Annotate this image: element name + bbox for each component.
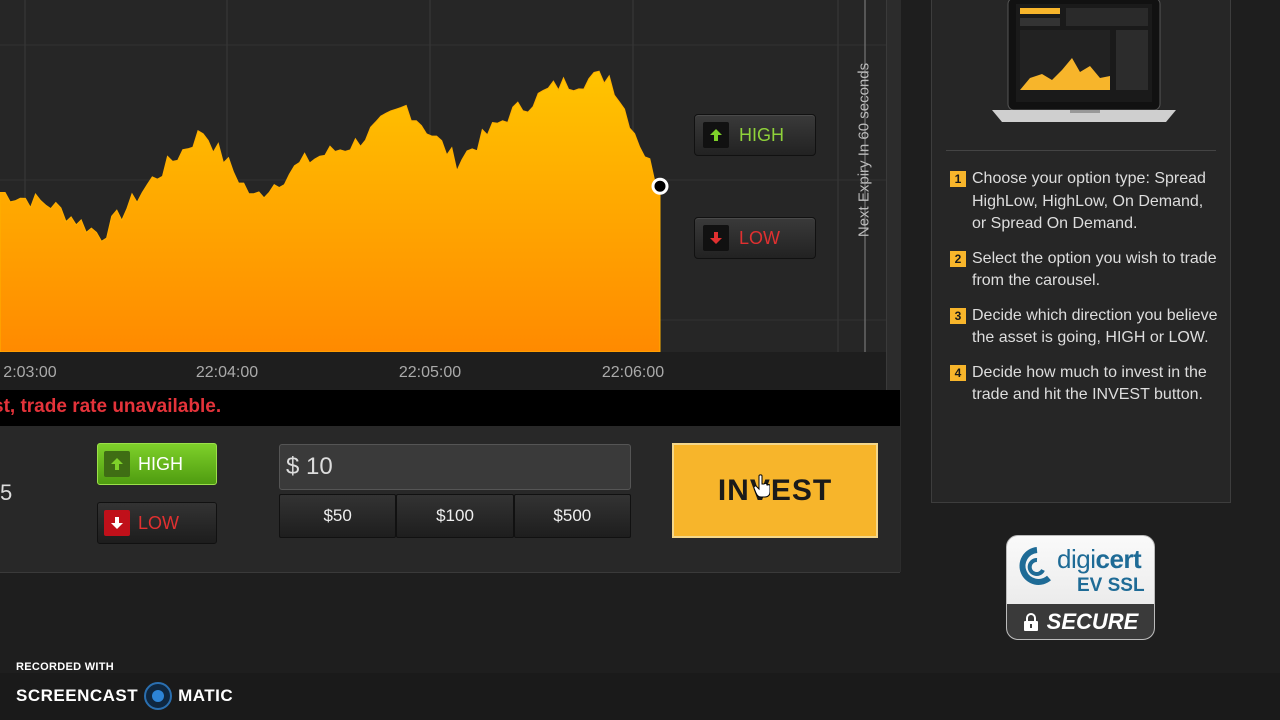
direction-high-label: HIGH	[138, 453, 183, 474]
recorder-right-text: MATIC	[178, 686, 234, 705]
direction-low-button[interactable]: LOW	[97, 502, 217, 544]
status-message: st, trade rate unavailable.	[0, 396, 222, 417]
step-text: Decide how much to invest in the trade a…	[972, 363, 1207, 404]
laptop-illustration	[992, 0, 1176, 122]
instruction-steps: 1 Choose your option type: Spread HighLo…	[950, 168, 1220, 419]
instruction-step: 4 Decide how much to invest in the trade…	[950, 362, 1220, 407]
invest-button[interactable]: INVEST	[672, 443, 878, 538]
ssl-security-badge[interactable]: digicert EV SSL SECURE	[1006, 535, 1155, 640]
chart-canvas	[0, 0, 886, 352]
ssl-secure-label: SECURE	[1046, 608, 1139, 634]
x-tick-label: 2:03:00	[3, 364, 57, 381]
step-number: 2	[950, 250, 966, 267]
preset-100-button[interactable]: $100	[396, 494, 514, 538]
step-text: Select the option you wish to trade from…	[972, 249, 1217, 290]
screencast-watermark: RECORDED WITH SCREENCAST MATIC	[0, 655, 1280, 720]
partial-value: 5	[0, 480, 13, 505]
step-text: Decide which direction you believe the a…	[972, 306, 1218, 347]
preset-50-button[interactable]: $50	[279, 494, 397, 538]
current-price-dot	[651, 177, 669, 195]
x-tick-label: 22:05:00	[398, 364, 462, 381]
arrow-up-icon	[703, 122, 729, 148]
arrow-up-icon	[104, 451, 130, 477]
arrow-down-icon	[104, 510, 130, 536]
x-tick-label: 22:04:00	[195, 364, 259, 381]
price-area	[0, 70, 661, 352]
recorder-logo: SCREENCAST MATIC	[16, 682, 233, 710]
chart-high-button[interactable]: HIGH	[694, 114, 816, 156]
chart-low-button[interactable]: LOW	[694, 217, 816, 259]
expiry-countdown: Next Expiry In 60 seconds	[855, 62, 873, 238]
chart-low-label: LOW	[739, 227, 781, 248]
hand-cursor-icon	[754, 474, 770, 498]
instruction-step: 2 Select the option you wish to trade fr…	[950, 248, 1220, 293]
instruction-step: 1 Choose your option type: Spread HighLo…	[950, 168, 1220, 236]
step-number: 1	[950, 171, 966, 187]
instruction-step: 3 Decide which direction you believe the…	[950, 305, 1220, 350]
recorder-left-text: SCREENCAST	[16, 686, 139, 705]
padlock-icon	[1023, 612, 1038, 631]
instructions-panel: 1 Choose your option type: Spread HighLo…	[931, 0, 1231, 503]
digicert-logo-icon	[1019, 547, 1051, 585]
recorder-caption: RECORDED WITH	[16, 661, 115, 673]
direction-high-button[interactable]: HIGH	[97, 443, 217, 485]
record-dot-icon	[144, 682, 173, 710]
x-axis: 2:03:00 22:04:00 22:05:00 22:06:00	[0, 352, 886, 392]
step-text: Choose your option type: Spread HighLow,…	[972, 170, 1206, 232]
price-chart: HIGH LOW Next Expiry In 60 seconds	[0, 0, 886, 352]
ssl-secure-strip: SECURE	[1007, 604, 1154, 639]
ssl-ev-label: EV SSL	[1077, 575, 1145, 596]
status-message-bar: st, trade rate unavailable.	[0, 390, 900, 426]
ssl-brand: digicert	[1057, 544, 1142, 574]
step-number: 3	[950, 307, 966, 324]
investment-amount-input[interactable]: $ 10	[279, 444, 631, 490]
chart-high-label: HIGH	[739, 124, 784, 145]
preset-500-button[interactable]: $500	[513, 494, 631, 538]
amount-presets: $50 $100 $500	[279, 494, 631, 538]
step-number: 4	[950, 364, 966, 381]
arrow-down-icon	[703, 225, 729, 251]
panel-divider	[946, 150, 1216, 151]
direction-low-label: LOW	[138, 512, 180, 533]
x-tick-label: 22:06:00	[601, 364, 665, 381]
